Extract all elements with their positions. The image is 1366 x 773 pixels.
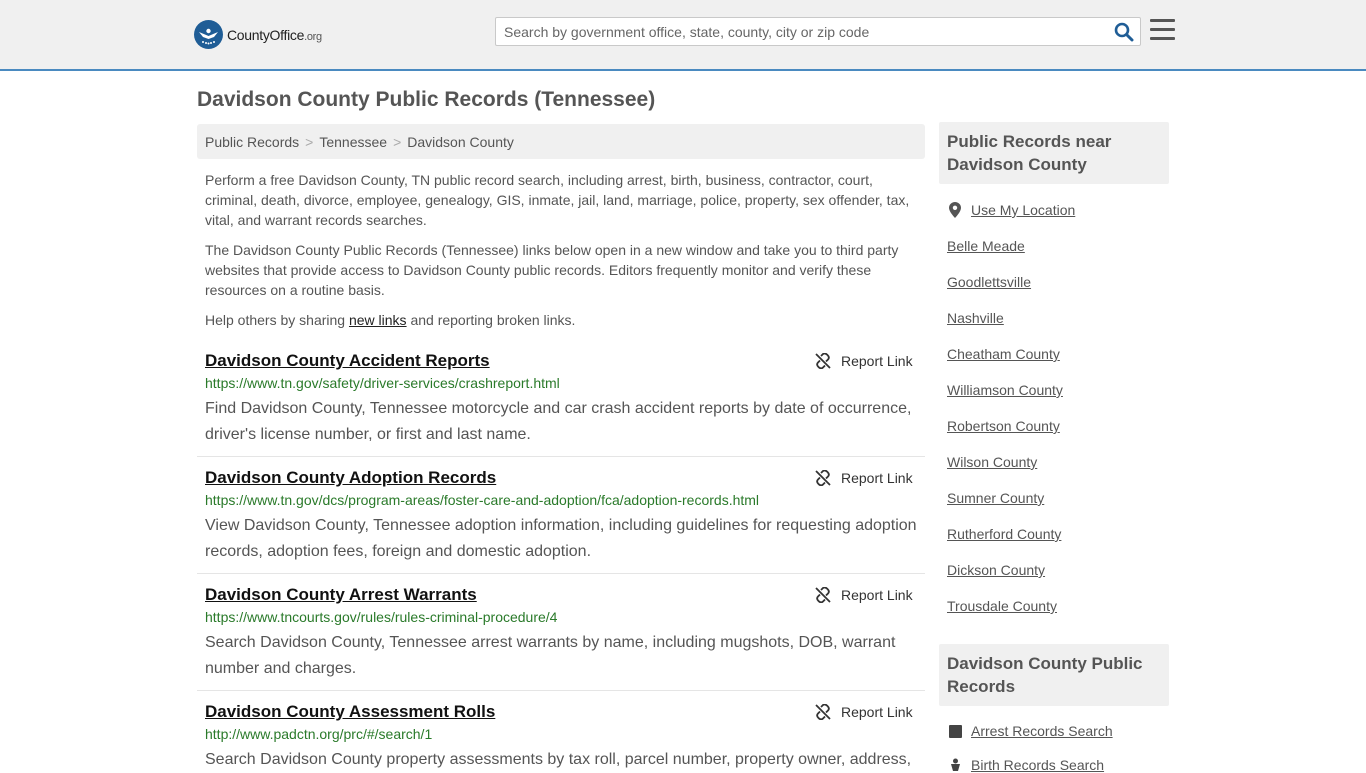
hamburger-menu-icon[interactable] (1150, 19, 1175, 41)
birth-records-search-link[interactable]: Birth Records Search (971, 757, 1104, 773)
sidebar-item-robertson-county[interactable]: Robertson County (947, 418, 1060, 434)
broken-link-icon (815, 353, 831, 369)
report-link-button[interactable]: Report Link (815, 587, 913, 603)
sidebar-item-wilson-county[interactable]: Wilson County (947, 454, 1037, 470)
record-item: Davidson County Arrest Warrants Report L… (197, 585, 925, 691)
logo-eagle-icon (194, 20, 223, 49)
search-box (495, 17, 1141, 46)
record-title-link[interactable]: Davidson County Accident Reports (205, 351, 490, 371)
record-url: https://www.tncourts.gov/rules/rules-cri… (205, 609, 558, 625)
record-url: http://www.padctn.org/prc/#/search/1 (205, 726, 433, 742)
search-input[interactable] (496, 18, 1106, 45)
breadcrumb: Public Records > Tennessee > Davidson County (197, 124, 925, 159)
baby-icon (951, 758, 960, 771)
site-logo[interactable]: CountyOffice.org (194, 20, 322, 49)
sidebar-item-cheatham-county[interactable]: Cheatham County (947, 346, 1060, 362)
record-title-link[interactable]: Davidson County Assessment Rolls (205, 702, 495, 722)
intro-paragraph-1: Perform a free Davidson County, TN publi… (205, 172, 910, 228)
new-links-link[interactable]: new links (349, 312, 407, 328)
breadcrumb-tennessee[interactable]: Tennessee (319, 134, 387, 150)
record-description: Search Davidson County, Tennessee arrest… (205, 634, 896, 677)
location-pin-icon (949, 202, 961, 218)
sidebar-item-trousdale-county[interactable]: Trousdale County (947, 598, 1057, 614)
intro-paragraph-3: Help others by sharing new links and rep… (205, 312, 576, 328)
logo-text: CountyOffice.org (227, 26, 322, 43)
record-url: https://www.tn.gov/dcs/program-areas/fos… (205, 492, 760, 508)
sidebar-item-rutherford-county[interactable]: Rutherford County (947, 526, 1061, 542)
record-description: Find Davidson County, Tennessee motorcyc… (205, 400, 912, 443)
record-item: Davidson County Accident Reports Report … (197, 351, 925, 457)
use-my-location-link[interactable]: Use My Location (971, 202, 1075, 218)
record-item: Davidson County Assessment Rolls Report … (197, 702, 925, 768)
record-item: Davidson County Adoption Records Report … (197, 468, 925, 574)
report-link-button[interactable]: Report Link (815, 470, 913, 486)
page-title: Davidson County Public Records (Tennesse… (197, 88, 656, 111)
sidebar-item-williamson-county[interactable]: Williamson County (947, 382, 1063, 398)
breadcrumb-public-records[interactable]: Public Records (205, 134, 299, 150)
record-title-link[interactable]: Davidson County Adoption Records (205, 468, 496, 488)
sidebar-nearby-heading: Public Records near Davidson County (939, 122, 1169, 184)
site-header: CountyOffice.org (0, 0, 1366, 71)
broken-link-icon (815, 470, 831, 486)
sidebar-item-nashville[interactable]: Nashville (947, 310, 1004, 326)
report-link-button[interactable]: Report Link (815, 704, 913, 720)
record-url: https://www.tn.gov/safety/driver-service… (205, 375, 560, 391)
sidebar-item-goodlettsville[interactable]: Goodlettsville (947, 274, 1031, 290)
sidebar-records-heading: Davidson County Public Records (939, 644, 1169, 706)
arrest-records-search-link[interactable]: Arrest Records Search (971, 723, 1113, 739)
sidebar-item-dickson-county[interactable]: Dickson County (947, 562, 1045, 578)
broken-link-icon (815, 587, 831, 603)
record-title-link[interactable]: Davidson County Arrest Warrants (205, 585, 477, 605)
search-icon[interactable] (1114, 22, 1134, 42)
record-description: View Davidson County, Tennessee adoption… (205, 517, 917, 560)
sidebar-item-sumner-county[interactable]: Sumner County (947, 490, 1044, 506)
broken-link-icon (815, 704, 831, 720)
sidebar-item-belle-meade[interactable]: Belle Meade (947, 238, 1025, 254)
handcuffs-icon (949, 725, 962, 738)
record-description: Search Davidson County property assessme… (205, 751, 912, 768)
intro-paragraph-2: The Davidson County Public Records (Tenn… (205, 242, 899, 298)
breadcrumb-current: Davidson County (407, 134, 514, 150)
report-link-button[interactable]: Report Link (815, 353, 913, 369)
